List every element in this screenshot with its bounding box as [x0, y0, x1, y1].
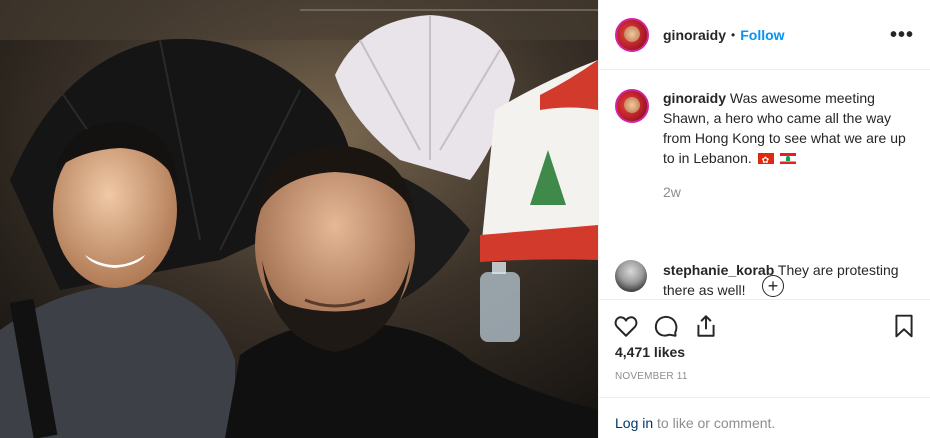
more-options-icon[interactable]: •••	[890, 25, 914, 45]
follow-button[interactable]: Follow	[740, 27, 784, 43]
caption: ginoraidy Was awesome meeting Shawn, a h…	[615, 88, 914, 170]
bookmark-icon[interactable]	[891, 313, 917, 339]
caption-avatar[interactable]	[615, 89, 649, 123]
post-photo[interactable]	[0, 0, 598, 438]
action-bar	[599, 310, 930, 342]
post-date: NOVEMBER 11	[615, 371, 688, 382]
heart-icon[interactable]	[613, 313, 639, 339]
author-avatar[interactable]	[615, 17, 649, 52]
comment-icon[interactable]	[653, 313, 679, 339]
caption-text-block: ginoraidy Was awesome meeting Shawn, a h…	[663, 88, 914, 170]
separator-dot: •	[731, 27, 736, 42]
author-username[interactable]: ginoraidy	[663, 27, 726, 43]
login-prompt: Log in to like or comment.	[599, 397, 930, 438]
comment-item: stephanie_korab They are protesting ther…	[599, 250, 930, 300]
login-suffix: to like or comment.	[653, 415, 776, 431]
hong-kong-flag-icon	[757, 150, 774, 170]
likes-count[interactable]: 4,471 likes	[615, 344, 685, 360]
post-time-ago[interactable]: 2w	[663, 184, 914, 200]
post-sidebar: ginoraidy • Follow ••• ginoraidy Was awe…	[598, 0, 930, 438]
comment-text-block: stephanie_korab They are protesting ther…	[663, 260, 913, 299]
commenter-avatar[interactable]	[615, 260, 647, 292]
lebanon-flag-icon	[779, 153, 796, 164]
share-icon[interactable]	[693, 313, 719, 339]
login-link[interactable]: Log in	[615, 415, 653, 431]
caption-username[interactable]: ginoraidy	[663, 90, 726, 106]
photo-illustration	[0, 0, 598, 438]
post-header: ginoraidy • Follow •••	[599, 0, 930, 70]
commenter-username[interactable]: stephanie_korab	[663, 262, 774, 278]
